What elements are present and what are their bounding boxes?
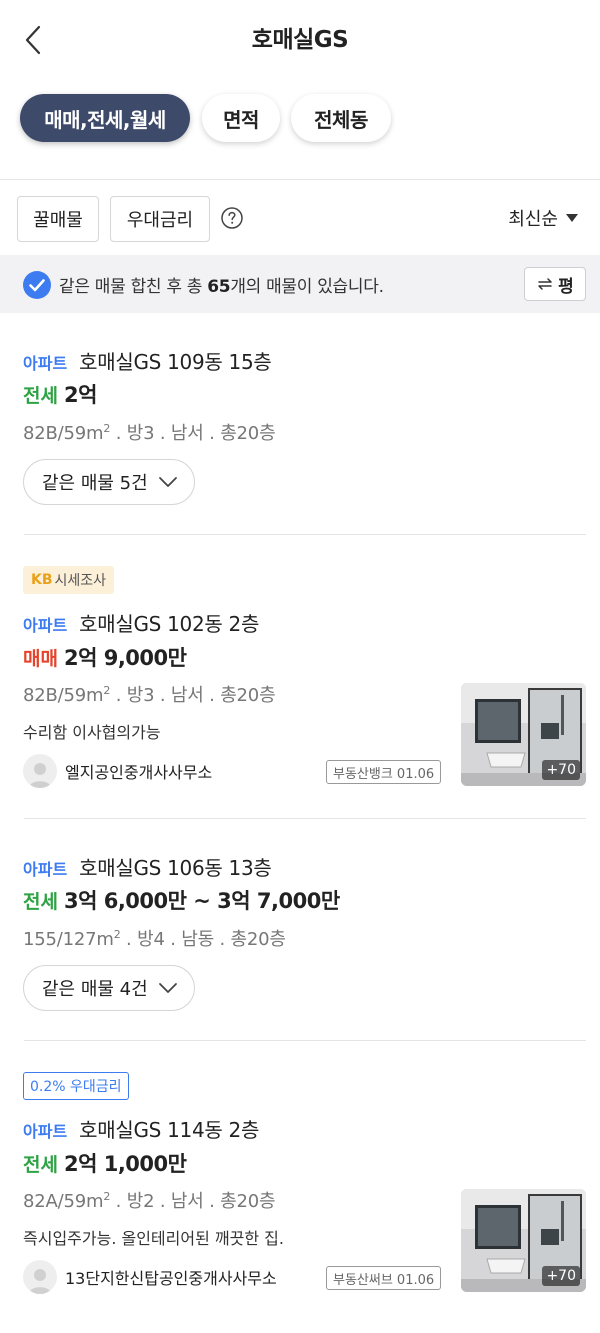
complex-name: 호매실GS 106동 13층: [79, 856, 272, 880]
same-listings-button[interactable]: 같은 매물 5건: [23, 459, 195, 505]
photo-count: +70: [542, 760, 580, 780]
notice-text: 같은 매물 합친 후 총 65개의 매물이 있습니다.: [59, 277, 384, 297]
user-icon: [29, 1269, 51, 1294]
listing-spec: 82B/59m2 . 방3 . 남서 . 총20층: [23, 422, 276, 444]
swap-icon: [538, 278, 552, 290]
question-circle-icon[interactable]: [220, 206, 244, 230]
deal-type: 전세: [23, 1154, 58, 1176]
agent-info: 13단지한신탑공인중개사사무소: [23, 1260, 277, 1294]
listing-spec: 82A/59m2 . 방2 . 남서 . 총20층: [23, 1190, 276, 1212]
tag-button-honey[interactable]: 꿀매물: [17, 196, 99, 242]
listing-spec: 155/127m2 . 방4 . 남동 . 총20층: [23, 928, 286, 950]
listing-card[interactable]: KB 시세조사 아파트 호매실GS 102동 2층 매매 2억 9,000만 82B/…: [0, 535, 600, 819]
listing-photo[interactable]: +70: [461, 683, 586, 786]
price: 2억 1,000만: [63, 1152, 187, 1176]
listing-description: 수리함 이사협의가능: [23, 723, 161, 742]
caret-down-icon: [566, 214, 578, 222]
deal-type: 전세: [23, 891, 58, 913]
chevron-down-icon: [158, 983, 177, 993]
photo-count: +70: [542, 1266, 580, 1286]
kb-price-badge: KB 시세조사: [23, 566, 115, 594]
deal-type: 전세: [23, 385, 58, 407]
filter-bar: 매매,전세,월세 면적 전체동: [0, 78, 600, 180]
agent-name: 엘지공인중개사사무소: [65, 763, 213, 782]
agent-name: 13단지한신탑공인중개사사무소: [65, 1269, 277, 1288]
filter-chip-deal-type[interactable]: 매매,전세,월세: [20, 94, 190, 142]
user-icon: [29, 763, 51, 788]
property-type: 아파트: [23, 1122, 68, 1141]
avatar: [23, 754, 57, 788]
listing-card[interactable]: 아파트 호매실GS 109동 15층 전세 2억 82B/59m2 . 방3 . 남…: [0, 313, 600, 535]
listing-spec: 82B/59m2 . 방3 . 남서 . 총20층: [23, 684, 276, 706]
price: 2억 9,000만: [63, 646, 187, 670]
listing-description: 즉시입주가능. 올인테리어된 깨끗한 집.: [23, 1229, 284, 1248]
property-type: 아파트: [23, 616, 68, 635]
page-title: 호매실GS: [251, 27, 349, 53]
agent-info: 엘지공인중개사사무소: [23, 754, 212, 788]
source-badge: 부동산써브 01.06: [326, 1266, 442, 1290]
price: 3억 6,000만 ~ 3억 7,000만: [63, 889, 340, 913]
preferential-rate-badge: 0.2% 우대금리: [23, 1072, 129, 1100]
complex-name: 호매실GS 109동 15층: [79, 350, 272, 374]
chevron-down-icon: [158, 477, 177, 487]
app-header: 호매실GS: [0, 0, 600, 78]
check-circle-icon: [23, 271, 51, 299]
listing-photo[interactable]: +70: [461, 1189, 586, 1292]
sort-select[interactable]: 최신순: [508, 205, 578, 231]
price: 2억: [63, 383, 97, 407]
complex-name: 호매실GS 114동 2층: [79, 1118, 260, 1142]
unit-toggle-label: 평: [558, 276, 574, 297]
sort-label: 최신순: [508, 209, 558, 230]
sort-bar: 꿀매물 우대금리 최신순: [0, 181, 600, 255]
filter-chip-area[interactable]: 면적: [202, 94, 280, 142]
filter-chip-building[interactable]: 전체동: [291, 94, 391, 142]
unit-toggle-button[interactable]: 평: [524, 267, 586, 301]
tag-button-preferential-rate[interactable]: 우대금리: [110, 196, 210, 242]
notice-bar: 같은 매물 합친 후 총 65개의 매물이 있습니다. 평: [0, 255, 600, 313]
property-type: 아파트: [23, 860, 68, 879]
avatar: [23, 1260, 57, 1294]
property-type: 아파트: [23, 354, 68, 373]
listing-card[interactable]: 0.2% 우대금리 아파트 호매실GS 114동 2층 전세 2억 1,000만 8…: [0, 1041, 600, 1333]
listing-count: 65: [207, 277, 231, 297]
same-listings-button[interactable]: 같은 매물 4건: [23, 965, 195, 1011]
complex-name: 호매실GS 102동 2층: [79, 612, 260, 636]
source-badge: 부동산뱅크 01.06: [326, 760, 442, 784]
deal-type: 매매: [23, 648, 58, 670]
listing-card[interactable]: 아파트 호매실GS 106동 13층 전세 3억 6,000만 ~ 3억 7,000…: [0, 819, 600, 1041]
